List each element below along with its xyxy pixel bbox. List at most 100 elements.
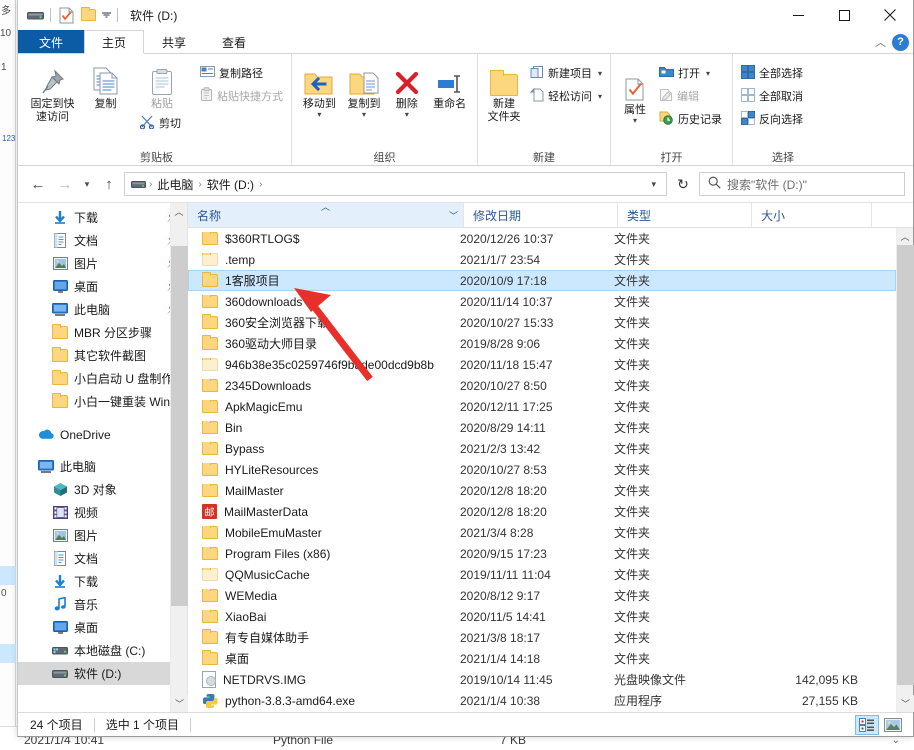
back-button[interactable]: ←	[26, 172, 50, 196]
table-row[interactable]: Bin 2020/8/29 14:11 文件夹	[188, 417, 896, 438]
table-row[interactable]: XiaoBai 2020/11/5 14:41 文件夹	[188, 606, 896, 627]
sidebar-item-other-screenshots[interactable]: 其它软件截图	[18, 344, 187, 367]
delete-button[interactable]: 删除 ▾	[386, 58, 427, 119]
copy-path-button[interactable]: 复制路径	[197, 63, 286, 83]
customize-qat-caret-icon[interactable]	[99, 4, 113, 26]
collapse-ribbon-icon[interactable]: ︿	[875, 34, 886, 50]
paste-button[interactable]: 粘贴	[133, 58, 191, 111]
table-row[interactable]: 桌面 2021/1/4 14:18 文件夹	[188, 648, 896, 669]
table-row[interactable]: WEMedia 2020/8/12 9:17 文件夹	[188, 585, 896, 606]
help-icon[interactable]: ?	[892, 33, 909, 51]
navigation-pane-scrollbar[interactable]: ︿ ﹀	[170, 203, 188, 712]
sidebar-item-documents[interactable]: 文档 📌	[18, 229, 187, 252]
table-row[interactable]: python-3.8.3-amd64.exe 2021/1/4 10:38 应用…	[188, 690, 896, 711]
nav-scroll-up-arrow[interactable]: ︿	[171, 203, 187, 220]
tab-share[interactable]: 共享	[144, 30, 204, 53]
sidebar-item-software-d[interactable]: 软件 (D:)	[18, 662, 187, 685]
tab-view[interactable]: 查看	[204, 30, 264, 53]
table-row[interactable]: 360驱动大师目录 2019/8/28 9:06 文件夹	[188, 333, 896, 354]
refresh-button[interactable]: ↻	[670, 172, 696, 196]
table-row[interactable]: MobileEmuMaster 2021/3/4 8:28 文件夹	[188, 522, 896, 543]
sidebar-item-this-pc[interactable]: 此电脑	[18, 455, 187, 478]
breadcrumb-item-1[interactable]: 软件 (D:)	[205, 176, 256, 193]
sidebar-item-desktop[interactable]: 桌面 📌	[18, 275, 187, 298]
sidebar-item-local-disk-c[interactable]: 本地磁盘 (C:)	[18, 639, 187, 662]
sidebar-item-3d-objects[interactable]: 3D 对象	[18, 478, 187, 501]
breadcrumb[interactable]: › 此电脑 › 软件 (D:) › ▾	[124, 172, 667, 196]
table-row[interactable]: 946b38e35c0259746f9bade00dcd9b8b 2020/11…	[188, 354, 896, 375]
column-header-date[interactable]: 修改日期	[464, 203, 618, 227]
paste-shortcut-button[interactable]: 粘贴快捷方式	[197, 86, 286, 106]
select-none-button[interactable]: 全部取消	[738, 86, 806, 106]
nav-scroll-down-arrow[interactable]: ﹀	[171, 695, 188, 712]
file-scroll-down-arrow[interactable]: ﹀	[897, 695, 914, 712]
sidebar-item-documents-pc[interactable]: 文档	[18, 547, 187, 570]
sidebar-item-pictures[interactable]: 图片 📌	[18, 252, 187, 275]
column-header-name[interactable]: ︿ 名称 ﹀	[188, 203, 464, 227]
tab-file[interactable]: 文件	[18, 30, 85, 53]
file-scroll-thumb[interactable]	[897, 245, 914, 685]
recent-locations-button[interactable]: ▾	[80, 172, 94, 196]
maximize-button[interactable]	[821, 0, 867, 30]
table-row[interactable]: $360RTLOG$ 2020/12/26 10:37 文件夹	[188, 228, 896, 249]
table-row[interactable]: 2345Downloads 2020/10/27 8:50 文件夹	[188, 375, 896, 396]
nav-scroll-thumb[interactable]	[171, 246, 188, 606]
column-header-size[interactable]: 大小	[752, 203, 872, 227]
breadcrumb-item-0[interactable]: 此电脑	[155, 176, 195, 193]
table-row[interactable]: NETDRVS.IMG 2019/10/14 11:45 光盘映像文件 142,…	[188, 669, 896, 690]
sidebar-item-music[interactable]: 音乐	[18, 593, 187, 616]
new-item-button[interactable]: 新建项目 ▾	[527, 63, 605, 83]
table-row[interactable]: 邮 MailMasterData 2020/12/8 18:20 文件夹	[188, 501, 896, 522]
large-icons-view-button[interactable]	[881, 715, 905, 735]
invert-selection-button[interactable]: 反向选择	[738, 109, 806, 129]
up-button[interactable]: ↑	[97, 172, 121, 196]
table-row-selected[interactable]: 1客服项目 2020/10/9 17:18 文件夹	[188, 270, 896, 291]
sidebar-item-downloads[interactable]: 下载 📌	[18, 206, 187, 229]
cut-button[interactable]: 剪切	[133, 113, 191, 133]
move-to-button[interactable]: 移动到 ▾	[297, 58, 342, 119]
table-row[interactable]: 360downloads 2020/11/14 10:37 文件夹	[188, 291, 896, 312]
breadcrumb-separator-0[interactable]: ›	[149, 179, 152, 190]
table-row[interactable]: HYLiteResources 2020/10/27 8:53 文件夹	[188, 459, 896, 480]
sidebar-item-usb-steps[interactable]: 小白启动 U 盘制作步	[18, 367, 187, 390]
column-header-blank[interactable]	[872, 203, 913, 227]
search-input[interactable]: 搜索"软件 (D:)"	[699, 172, 905, 196]
select-all-button[interactable]: 全部选择	[738, 63, 806, 83]
file-scroll-up-arrow[interactable]: ︿	[897, 228, 913, 245]
file-list-scrollbar[interactable]: ︿ ﹀	[896, 228, 914, 712]
forward-button[interactable]: →	[53, 172, 77, 196]
properties-button[interactable]: 属性 ▾	[616, 58, 654, 125]
table-row[interactable]: 360安全浏览器下载 2020/10/27 15:33 文件夹	[188, 312, 896, 333]
copy-to-button[interactable]: 复制到 ▾	[342, 58, 387, 119]
table-row[interactable]: 有专自媒体助手 2021/3/8 18:17 文件夹	[188, 627, 896, 648]
table-row[interactable]: Bypass 2021/2/3 13:42 文件夹	[188, 438, 896, 459]
properties-icon[interactable]	[55, 4, 77, 26]
drive-icon[interactable]	[24, 4, 46, 26]
sidebar-item-this-pc-qa[interactable]: 此电脑 📌	[18, 298, 187, 321]
details-view-button[interactable]	[855, 715, 879, 735]
close-button[interactable]	[867, 0, 913, 30]
edit-button[interactable]: 编辑	[656, 86, 725, 106]
sidebar-item-win10-reinstall[interactable]: 小白一键重装 Win10	[18, 390, 187, 413]
copy-button[interactable]: 复制	[80, 58, 131, 111]
table-row[interactable]: Program Files (x86) 2020/9/15 17:23 文件夹	[188, 543, 896, 564]
pin-to-quick-access-button[interactable]: 固定到快 速访问	[27, 58, 78, 124]
rename-button[interactable]: 重命名	[427, 58, 472, 111]
history-button[interactable]: 历史记录	[656, 109, 725, 129]
table-row[interactable]: .temp 2021/1/7 23:54 文件夹	[188, 249, 896, 270]
minimize-button[interactable]	[775, 0, 821, 30]
sidebar-item-videos[interactable]: 视频	[18, 501, 187, 524]
sidebar-item-mbr[interactable]: MBR 分区步骤	[18, 321, 187, 344]
new-folder-button[interactable]: 新建 文件夹	[483, 58, 525, 124]
table-row[interactable]: ApkMagicEmu 2020/12/11 17:25 文件夹	[188, 396, 896, 417]
new-folder-icon[interactable]	[77, 4, 99, 26]
sidebar-item-pictures-pc[interactable]: 图片	[18, 524, 187, 547]
breadcrumb-separator-1[interactable]: ›	[198, 179, 201, 190]
breadcrumb-separator-2[interactable]: ›	[259, 179, 262, 190]
column-header-type[interactable]: 类型	[618, 203, 752, 227]
address-dropdown-caret-icon[interactable]: ▾	[643, 179, 664, 190]
easy-access-button[interactable]: 轻松访问 ▾	[527, 86, 605, 106]
table-row[interactable]: MailMaster 2020/12/8 18:20 文件夹	[188, 480, 896, 501]
sidebar-item-downloads-pc[interactable]: 下载	[18, 570, 187, 593]
open-button[interactable]: 打开 ▾	[656, 63, 725, 83]
